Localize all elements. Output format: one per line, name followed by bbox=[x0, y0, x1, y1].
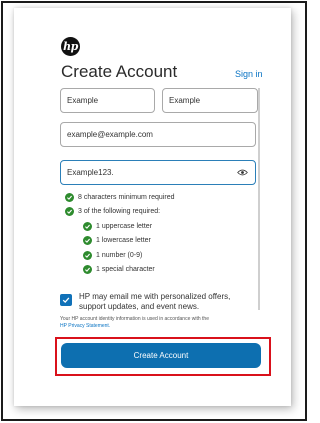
email-field[interactable]: example@example.com bbox=[60, 122, 256, 147]
hp-logo: hp bbox=[61, 37, 80, 56]
requirement-lowercase: 1 lowercase letter bbox=[96, 237, 151, 244]
check-icon bbox=[65, 193, 74, 202]
privacy-statement-link[interactable]: HP Privacy Statement. bbox=[60, 323, 110, 329]
requirement-uppercase: 1 uppercase letter bbox=[96, 223, 153, 230]
check-icon bbox=[83, 236, 92, 245]
hp-logo-text: hp bbox=[63, 40, 78, 53]
checkmark-icon bbox=[62, 297, 70, 304]
page-title: Create Account bbox=[61, 62, 178, 81]
requirement-special: 1 special character bbox=[96, 266, 155, 273]
sign-in-link[interactable]: Sign in bbox=[235, 69, 263, 79]
privacy-note: Your HP account identity information is … bbox=[60, 316, 260, 330]
requirement-number: 1 number (0-9) bbox=[96, 252, 143, 259]
requirement-of-following: 3 of the following required: bbox=[78, 208, 161, 215]
consent-text: HP may email me with personalized offers… bbox=[79, 292, 231, 311]
check-icon bbox=[83, 222, 92, 231]
last-name-field[interactable]: Example bbox=[162, 88, 258, 113]
check-icon bbox=[83, 251, 92, 260]
requirement-min-chars: 8 characters minimum required bbox=[78, 194, 175, 201]
consent-checkbox[interactable] bbox=[60, 294, 72, 306]
eye-icon[interactable] bbox=[237, 169, 248, 176]
password-field[interactable]: Example123. bbox=[60, 160, 256, 185]
check-icon bbox=[65, 207, 74, 216]
password-value: Example123. bbox=[67, 168, 114, 177]
check-icon bbox=[83, 265, 92, 274]
scrollbar[interactable] bbox=[258, 88, 260, 310]
privacy-note-text: Your HP account identity information is … bbox=[60, 316, 209, 322]
create-account-button[interactable]: Create Account bbox=[61, 343, 261, 368]
first-name-field[interactable]: Example bbox=[60, 88, 155, 113]
